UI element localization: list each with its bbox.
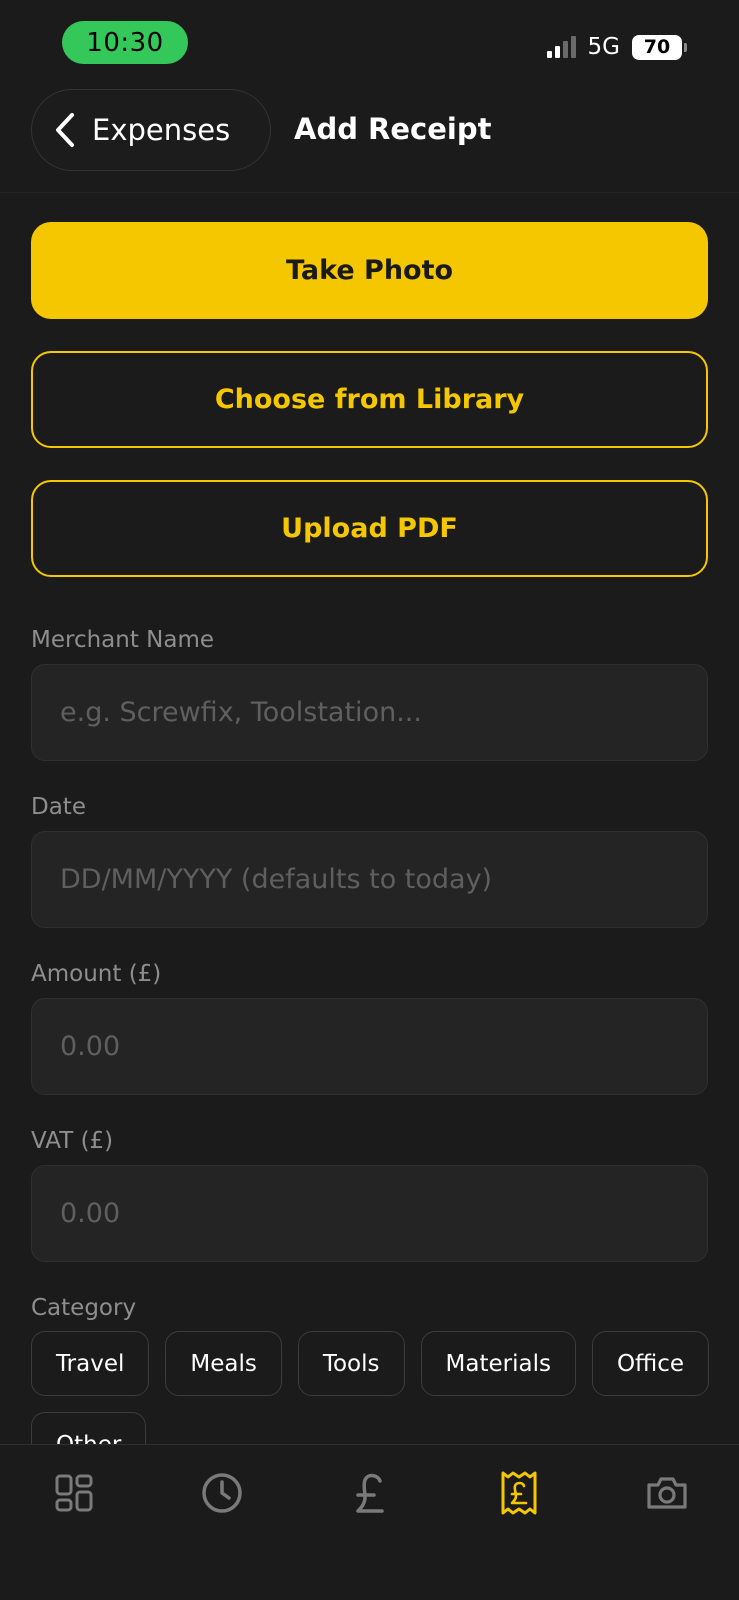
date-input[interactable]	[60, 864, 679, 895]
date-field[interactable]	[31, 831, 708, 928]
dashboard-icon	[55, 1474, 93, 1512]
back-button-label: Expenses	[92, 113, 231, 147]
pound-icon	[356, 1473, 384, 1513]
vat-label: VAT (£)	[31, 1128, 114, 1154]
camera-icon	[647, 1477, 687, 1509]
status-time: 10:30	[62, 21, 188, 64]
category-chip-meals[interactable]: Meals	[165, 1331, 282, 1396]
chevron-left-icon	[56, 113, 74, 147]
receipt-icon	[501, 1471, 537, 1515]
upload-pdf-button[interactable]: Upload PDF	[31, 480, 708, 577]
category-chip-office[interactable]: Office	[591, 1331, 710, 1396]
vat-input[interactable]	[60, 1198, 679, 1229]
merchant-name-label: Merchant Name	[31, 627, 215, 653]
take-photo-button[interactable]: Take Photo	[31, 222, 708, 319]
category-chip-tools[interactable]: Tools	[297, 1331, 405, 1396]
network-label: 5G	[587, 34, 620, 60]
tab-receipts[interactable]	[489, 1463, 549, 1523]
battery-level: 70	[632, 34, 682, 60]
amount-input[interactable]	[60, 1031, 679, 1062]
vat-field[interactable]	[31, 1165, 708, 1262]
merchant-name-input[interactable]	[60, 697, 679, 728]
battery-icon: 70	[632, 34, 687, 60]
category-label: Category	[31, 1295, 137, 1321]
category-chip-materials[interactable]: Materials	[420, 1331, 576, 1396]
tab-finance[interactable]	[340, 1463, 400, 1523]
tab-bar	[0, 1444, 739, 1600]
amount-field[interactable]	[31, 998, 708, 1095]
header-divider	[0, 192, 739, 193]
tab-history[interactable]	[192, 1463, 252, 1523]
status-indicators: 5G 70	[546, 34, 687, 60]
merchant-name-field[interactable]	[31, 664, 708, 761]
category-chip-travel[interactable]: Travel	[31, 1331, 150, 1396]
page-title: Add Receipt	[294, 112, 492, 146]
tab-dashboard[interactable]	[44, 1463, 104, 1523]
signal-icon	[546, 36, 576, 58]
tab-camera[interactable]	[637, 1463, 697, 1523]
choose-from-library-button[interactable]: Choose from Library	[31, 351, 708, 448]
add-receipt-screen: 10:30 5G 70 Expenses Add Receipt Take Ph…	[0, 0, 739, 1600]
back-button[interactable]: Expenses	[31, 89, 271, 171]
clock-icon	[202, 1473, 242, 1513]
amount-label: Amount (£)	[31, 961, 162, 987]
date-label: Date	[31, 794, 86, 820]
